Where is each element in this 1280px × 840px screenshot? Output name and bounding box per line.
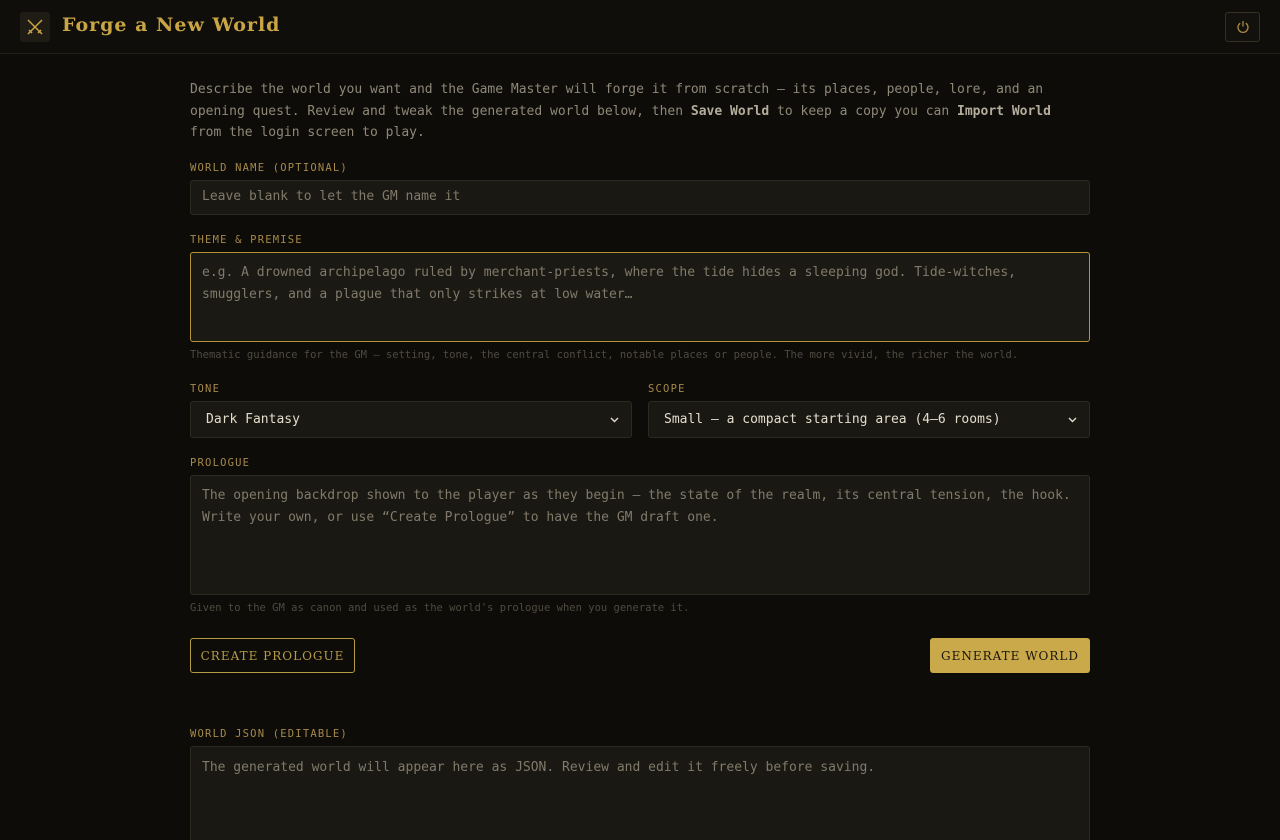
power-icon <box>1236 21 1249 33</box>
tone-label: Tone <box>190 383 221 395</box>
world-name-input[interactable] <box>190 180 1090 215</box>
chevron-down-icon <box>610 417 619 422</box>
world-json-textarea[interactable] <box>190 746 1090 840</box>
import-world-mention: Import World <box>957 103 1051 119</box>
app-title: Forge a New World <box>62 14 281 36</box>
scope-select[interactable]: Small — a compact starting area (4–6 roo… <box>648 401 1090 438</box>
crossed-swords-icon <box>20 12 50 42</box>
intro-text: Describe the world you want and the Game… <box>190 79 1090 144</box>
theme-hint: Thematic guidance for the GM — setting, … <box>190 349 1019 361</box>
generate-world-button[interactable]: GENERATE WORLD <box>930 638 1090 673</box>
prologue-hint: Given to the GM as canon and used as the… <box>190 602 690 614</box>
theme-label: Theme & Premise <box>190 234 303 246</box>
tone-selected-value: Dark Fantasy <box>206 412 300 427</box>
world-name-label: World Name (optional) <box>190 162 348 174</box>
scope-label: Scope <box>648 383 686 395</box>
chevron-down-icon <box>1068 417 1077 422</box>
power-button[interactable] <box>1225 12 1260 42</box>
prologue-textarea[interactable] <box>190 475 1090 595</box>
tone-select[interactable]: Dark Fantasy <box>190 401 632 438</box>
create-prologue-button[interactable]: CREATE PROLOGUE <box>190 638 355 673</box>
intro-part: from the login screen to play. <box>190 125 425 140</box>
intro-part: to keep a copy you can <box>769 103 958 119</box>
theme-textarea[interactable] <box>190 252 1090 342</box>
world-json-label: World JSON (editable) <box>190 728 348 740</box>
scope-selected-value: Small — a compact starting area (4–6 roo… <box>664 412 1001 427</box>
prologue-label: Prologue <box>190 457 251 469</box>
top-bar: Forge a New World <box>0 0 1280 54</box>
save-world-mention: Save World <box>690 103 770 119</box>
